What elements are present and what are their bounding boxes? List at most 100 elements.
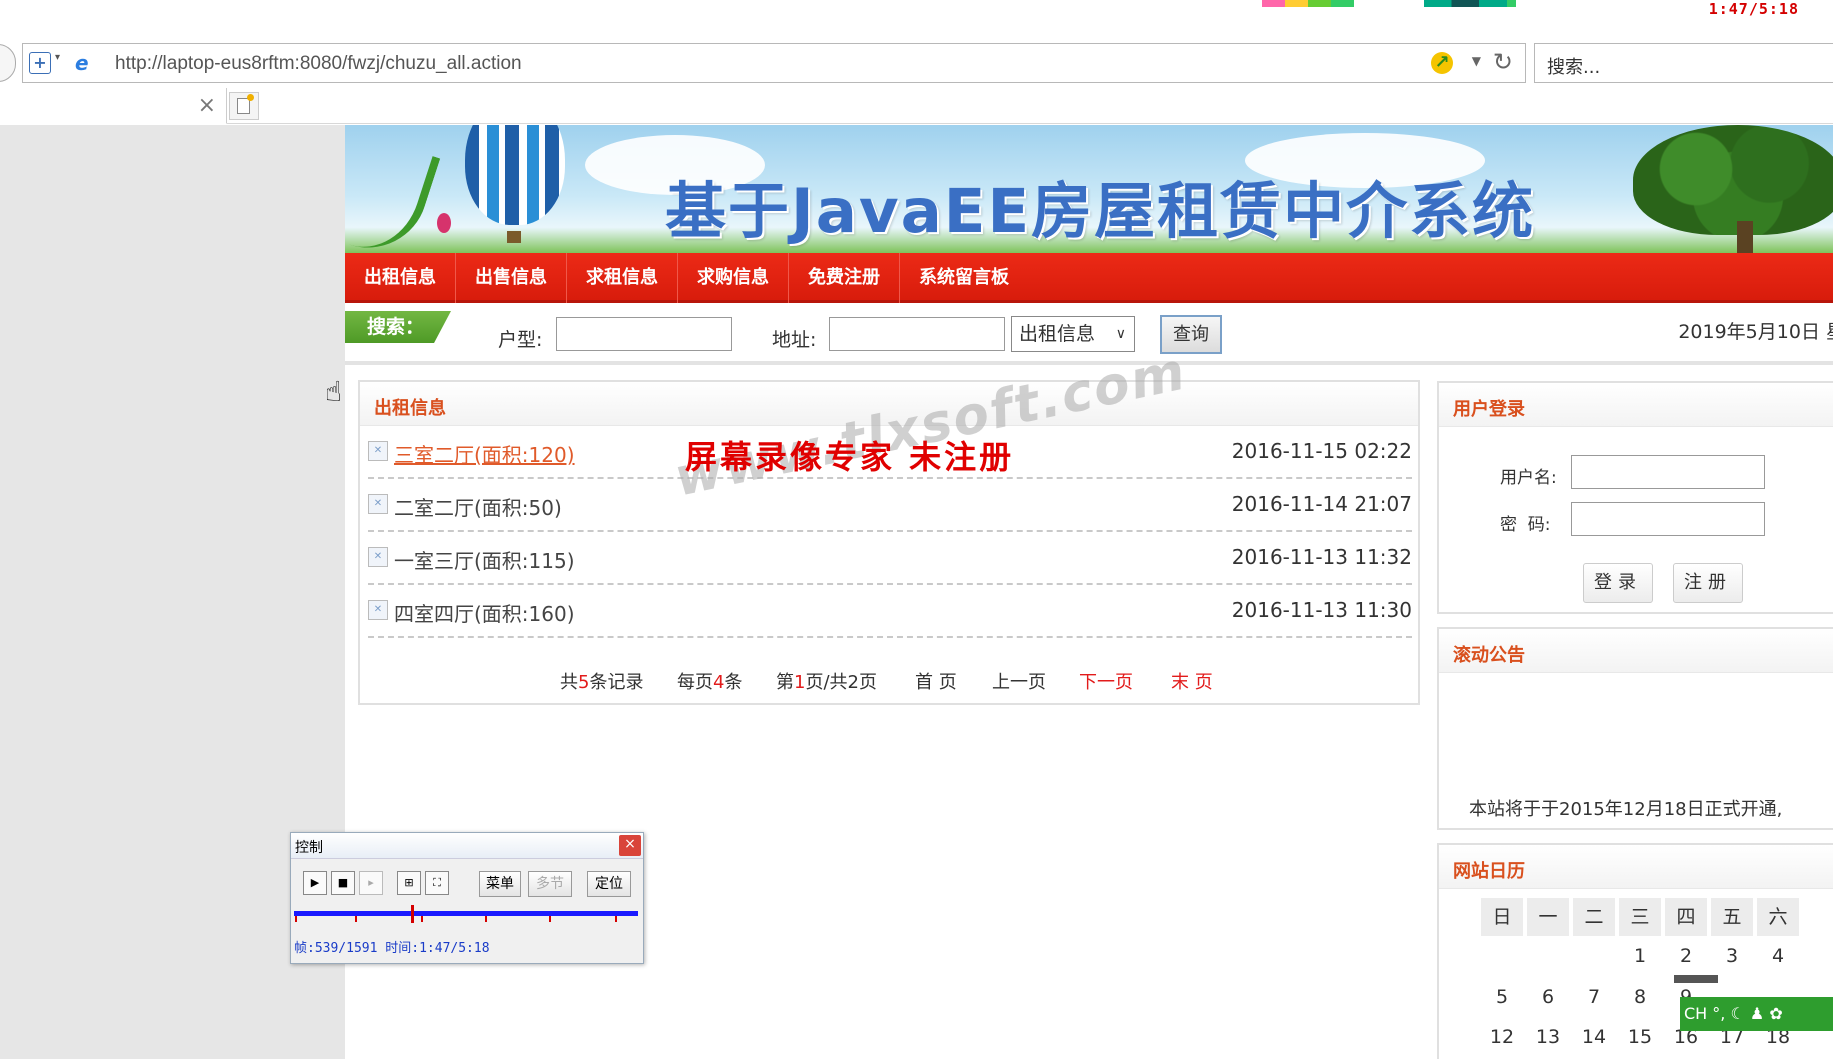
total-records: 共5条记录 <box>560 672 644 693</box>
next-page-link[interactable]: 下一页 <box>1079 668 1133 694</box>
login-title: 用户登录 <box>1453 399 1525 420</box>
last-page-link[interactable]: 末 页 <box>1171 668 1213 694</box>
back-button[interactable] <box>0 44 16 82</box>
chevron-down-icon[interactable]: ▾ <box>55 52 60 63</box>
fullscreen-icon[interactable]: ⛶ <box>425 871 449 895</box>
calendar-weekday: 六 <box>1757 898 1799 936</box>
calendar-day[interactable]: 4 <box>1757 945 1799 967</box>
calendar-day[interactable]: 7 <box>1573 986 1615 1008</box>
page-indicator: 第1页/共2页 <box>776 672 877 693</box>
step-icon[interactable]: ▸ <box>359 871 383 895</box>
listing-title-link[interactable]: 三室二厅(面积:120) <box>394 439 575 468</box>
prev-page-link[interactable]: 上一页 <box>992 668 1046 694</box>
ime-language-bar[interactable]: CH °, ☾ ♟ ✿ <box>1680 997 1833 1031</box>
hot-air-balloon-image <box>465 125 565 225</box>
calendar-day[interactable]: 2 <box>1665 945 1707 967</box>
password-input[interactable] <box>1571 502 1765 536</box>
calendar-day[interactable]: 14 <box>1573 1026 1615 1048</box>
refresh-icon[interactable]: ↻ <box>1493 48 1513 76</box>
register-button[interactable]: 注册 <box>1673 563 1743 603</box>
calendar-day[interactable]: 6 <box>1527 986 1569 1008</box>
house-type-input[interactable] <box>556 317 732 351</box>
tab-close-icon[interactable]: × <box>198 93 216 118</box>
small-balloon-image <box>437 213 451 233</box>
slider-tick <box>485 916 487 922</box>
username-input[interactable] <box>1571 455 1765 489</box>
tree-trunk <box>1737 221 1753 253</box>
category-select-value: 出租信息 <box>1019 323 1096 345</box>
notice-title: 滚动公告 <box>1453 645 1525 666</box>
playback-slider-track[interactable] <box>294 911 638 916</box>
ie-logo-icon: e <box>75 51 89 75</box>
control-title: 控制 <box>295 840 323 856</box>
browser-search-input[interactable]: 搜索... <box>1534 43 1833 83</box>
close-icon[interactable]: × <box>619 835 641 856</box>
calendar-day[interactable]: 15 <box>1619 1026 1661 1048</box>
category-select[interactable]: 出租信息 ∨ <box>1011 316 1135 352</box>
pagination: 共5条记录 每页4条 第1页/共2页 首 页 上一页 下一页 末 页 <box>360 665 1418 695</box>
play-icon[interactable]: ▶ <box>303 871 327 895</box>
fit-window-icon[interactable]: ⊞ <box>397 871 421 895</box>
nav-item-want-rent[interactable]: 求租信息 <box>567 253 678 303</box>
calendar-day[interactable]: 3 <box>1711 945 1753 967</box>
multi-section-button[interactable]: 多节 <box>528 871 572 897</box>
address-dropdown-icon[interactable]: ▼ <box>1472 54 1481 68</box>
current-date: 2019年5月10日 星期五 <box>1678 321 1833 343</box>
first-page-link[interactable]: 首 页 <box>915 668 957 694</box>
hand-cursor-icon: ☝ <box>325 375 343 408</box>
slider-tick <box>295 916 297 922</box>
listing-date: 2016-11-15 02:22 <box>1231 439 1412 463</box>
calendar-day[interactable]: 5 <box>1481 986 1523 1008</box>
locate-button[interactable]: 定位 <box>587 871 631 897</box>
thumbnail-strip-left <box>1262 0 1354 7</box>
listing-date: 2016-11-14 21:07 <box>1231 492 1412 516</box>
menu-button[interactable]: 菜单 <box>479 871 521 897</box>
address-label: 地址: <box>772 329 817 351</box>
slider-tick <box>549 916 551 922</box>
nav-item-for-sale[interactable]: 出售信息 <box>456 253 567 303</box>
nav-item-register[interactable]: 免费注册 <box>789 253 900 303</box>
tab-row: × <box>0 88 1833 124</box>
listing-title-link[interactable]: 四室四厅(面积:160) <box>394 598 575 627</box>
main-nav: 出租信息 出售信息 求租信息 求购信息 免费注册 系统留言板 <box>345 253 1833 303</box>
calendar-day[interactable]: 8 <box>1619 986 1661 1008</box>
login-button[interactable]: 登录 <box>1583 563 1653 603</box>
listing-row: ✕ 一室三厅(面积:115) 2016-11-13 11:32 <box>368 532 1412 585</box>
calendar-day[interactable]: 1 <box>1619 945 1661 967</box>
nav-item-rent-out[interactable]: 出租信息 <box>345 253 456 303</box>
balloon-basket <box>507 231 521 243</box>
listing-title-link[interactable]: 二室二厅(面积:50) <box>394 492 562 521</box>
calendar-title: 网站日历 <box>1453 861 1525 882</box>
address-url[interactable]: http://laptop-eus8rftm:8080/fwzj/chuzu_a… <box>115 53 522 75</box>
house-type-label: 户型: <box>498 329 543 351</box>
address-box[interactable]: + ▾ e http://laptop-eus8rftm:8080/fwzj/c… <box>22 43 1526 83</box>
stop-icon[interactable]: ■ <box>331 871 355 895</box>
control-titlebar[interactable]: 控制 × <box>291 833 643 859</box>
nav-item-want-buy[interactable]: 求购信息 <box>678 253 789 303</box>
listing-title: 出租信息 <box>374 398 446 419</box>
site-title: 基于JavaEE房屋租赁中介系统 <box>665 176 1536 247</box>
compatibility-icon[interactable]: ↗ <box>1431 52 1453 74</box>
calendar-weekday: 日 <box>1481 898 1523 936</box>
address-bar-row: + ▾ e http://laptop-eus8rftm:8080/fwzj/c… <box>0 40 1833 88</box>
search-tag: 搜索： <box>345 311 451 343</box>
calendar-day[interactable]: 12 <box>1481 1026 1523 1048</box>
login-header: 用户登录 <box>1439 383 1833 427</box>
calendar-day[interactable]: 13 <box>1527 1026 1569 1048</box>
listing-title-link[interactable]: 一室三厅(面积:115) <box>394 545 575 574</box>
thumbnail-strip-right <box>1424 0 1516 7</box>
playback-slider-thumb[interactable] <box>410 905 414 923</box>
nav-item-message-board[interactable]: 系统留言板 <box>900 253 1028 303</box>
address-input[interactable] <box>829 317 1005 351</box>
listing-date: 2016-11-13 11:30 <box>1231 598 1412 622</box>
new-tab-button[interactable] <box>229 92 259 120</box>
chevron-down-icon: ∨ <box>1115 326 1126 342</box>
security-shield-icon[interactable]: + <box>29 52 51 74</box>
notice-text: 本站将于于2015年12月18日正式开通, <box>1469 799 1783 820</box>
screen-top-strip: 1:47/5:18 <box>0 0 1833 40</box>
notice-panel: 滚动公告 本站将于于2015年12月18日正式开通, <box>1437 627 1833 830</box>
calendar-weekday: 五 <box>1711 898 1753 936</box>
active-tab[interactable]: × <box>0 88 227 124</box>
new-tab-icon <box>237 94 254 114</box>
listing-date: 2016-11-13 11:32 <box>1231 545 1412 569</box>
